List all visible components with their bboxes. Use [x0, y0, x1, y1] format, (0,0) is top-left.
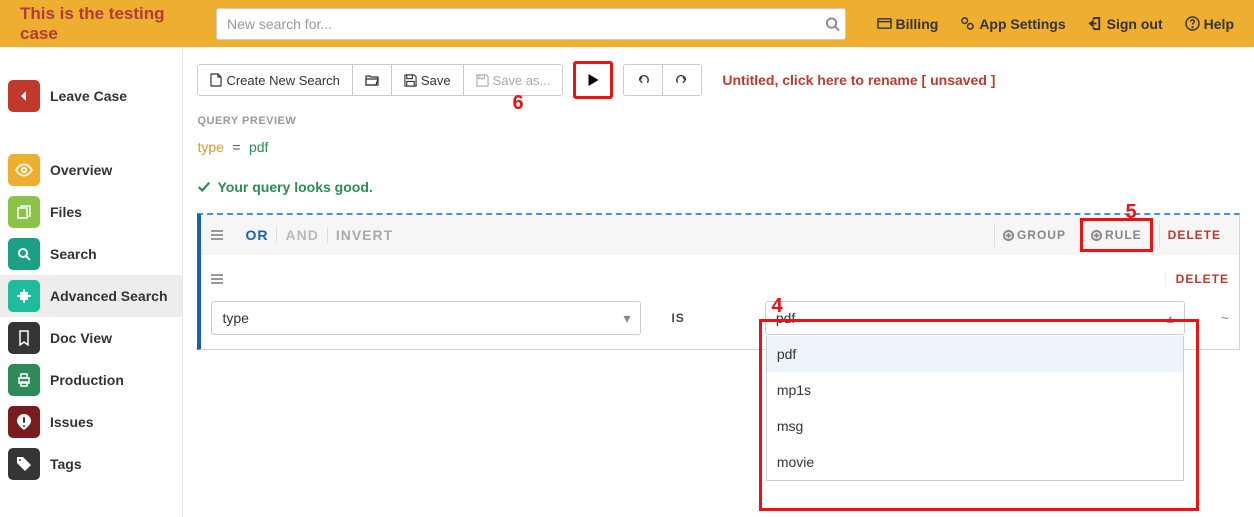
sidebar-item-production[interactable]: Production [0, 359, 182, 401]
global-search-input[interactable] [216, 8, 846, 40]
search-icon[interactable] [825, 16, 840, 31]
sidebar-item-label: Doc View [50, 330, 112, 346]
billing-label: Billing [896, 16, 939, 32]
operator-and[interactable]: AND [276, 227, 326, 243]
query-status: Your query looks good. [197, 179, 1240, 195]
rule-label: RULE [1105, 228, 1142, 242]
query-preview-code: type = pdf [197, 139, 1240, 157]
query-preview-heading: QUERY PREVIEW [197, 115, 1240, 127]
print-icon [8, 364, 40, 396]
eye-icon [8, 154, 40, 186]
tag-icon [8, 448, 40, 480]
create-label: Create New Search [226, 73, 339, 88]
callout-box-4 [759, 319, 1199, 511]
redo-button[interactable] [662, 65, 701, 95]
create-search-button[interactable]: Create New Search [198, 65, 351, 95]
sidebar-item-label: Issues [50, 414, 94, 430]
bookmark-icon [8, 322, 40, 354]
case-title: This is the testing case [10, 4, 210, 44]
save-as-button: Save as... [463, 65, 563, 95]
open-button[interactable] [352, 65, 391, 95]
tilde-icon: ~ [1221, 310, 1229, 326]
sidebar-item-label: Search [50, 246, 97, 262]
alert-icon [8, 406, 40, 438]
sidebar-item-overview[interactable]: Overview [0, 149, 182, 191]
sidebar-item-advanced-search[interactable]: Advanced Search [0, 275, 182, 317]
drag-handle-icon[interactable] [211, 230, 223, 240]
sidebar-item-label: Overview [50, 162, 112, 178]
sidebar-item-label: Production [50, 372, 124, 388]
token-eq: = [232, 139, 240, 155]
app-settings-label: App Settings [979, 16, 1065, 32]
caret-down-icon: ▾ [623, 310, 630, 327]
drag-handle-icon[interactable] [211, 274, 223, 284]
search-icon [8, 238, 40, 270]
sidebar-item-search[interactable]: Search [0, 233, 182, 275]
sign-out-label: Sign out [1107, 16, 1163, 32]
group-label: GROUP [1017, 228, 1066, 242]
puzzle-icon [8, 280, 40, 312]
callout-number-5: 5 [1125, 201, 1136, 224]
delete-group-button[interactable]: DELETE [1159, 223, 1229, 247]
callout-box-5: RULE [1080, 218, 1153, 252]
undo-button[interactable] [624, 65, 662, 95]
add-rule-button[interactable]: RULE [1083, 223, 1150, 247]
arrow-left-icon [8, 80, 40, 112]
token-field: type [197, 139, 223, 155]
callout-number-6: 6 [512, 92, 523, 115]
search-title[interactable]: Untitled, click here to rename [ unsaved… [722, 72, 995, 88]
sidebar-item-label: Advanced Search [50, 288, 168, 304]
help-link[interactable]: Help [1185, 16, 1234, 32]
files-icon [8, 196, 40, 228]
help-label: Help [1204, 16, 1234, 32]
sidebar-item-label: Files [50, 204, 82, 220]
operator-or[interactable]: OR [237, 227, 276, 243]
save-as-label: Save as... [493, 73, 551, 88]
sidebar-item-issues[interactable]: Issues [0, 401, 182, 443]
sidebar-item-files[interactable]: Files [0, 191, 182, 233]
delete-rule-button[interactable]: DELETE [1165, 272, 1229, 286]
operator-invert[interactable]: INVERT [327, 227, 401, 243]
callout-box-6 [573, 61, 613, 99]
sidebar-item-tags[interactable]: Tags [0, 443, 182, 485]
query-status-text: Your query looks good. [217, 179, 372, 195]
billing-link[interactable]: Billing [877, 16, 939, 32]
leave-case-button[interactable]: Leave Case [0, 75, 182, 117]
sidebar-item-doc-view[interactable]: Doc View [0, 317, 182, 359]
save-label: Save [421, 73, 451, 88]
token-value: pdf [249, 139, 268, 155]
field-select[interactable]: type ▾ [211, 301, 641, 335]
field-select-value: type [222, 310, 248, 326]
app-settings-link[interactable]: App Settings [960, 16, 1065, 32]
sidebar-item-label: Tags [50, 456, 82, 472]
callout-number-4: 4 [771, 295, 782, 318]
leave-case-label: Leave Case [50, 88, 127, 104]
sign-out-link[interactable]: Sign out [1088, 16, 1163, 32]
save-button[interactable]: Save [391, 65, 463, 95]
operator-is: IS [671, 311, 684, 325]
run-button[interactable] [577, 65, 609, 95]
add-group-button[interactable]: GROUP [994, 223, 1074, 247]
